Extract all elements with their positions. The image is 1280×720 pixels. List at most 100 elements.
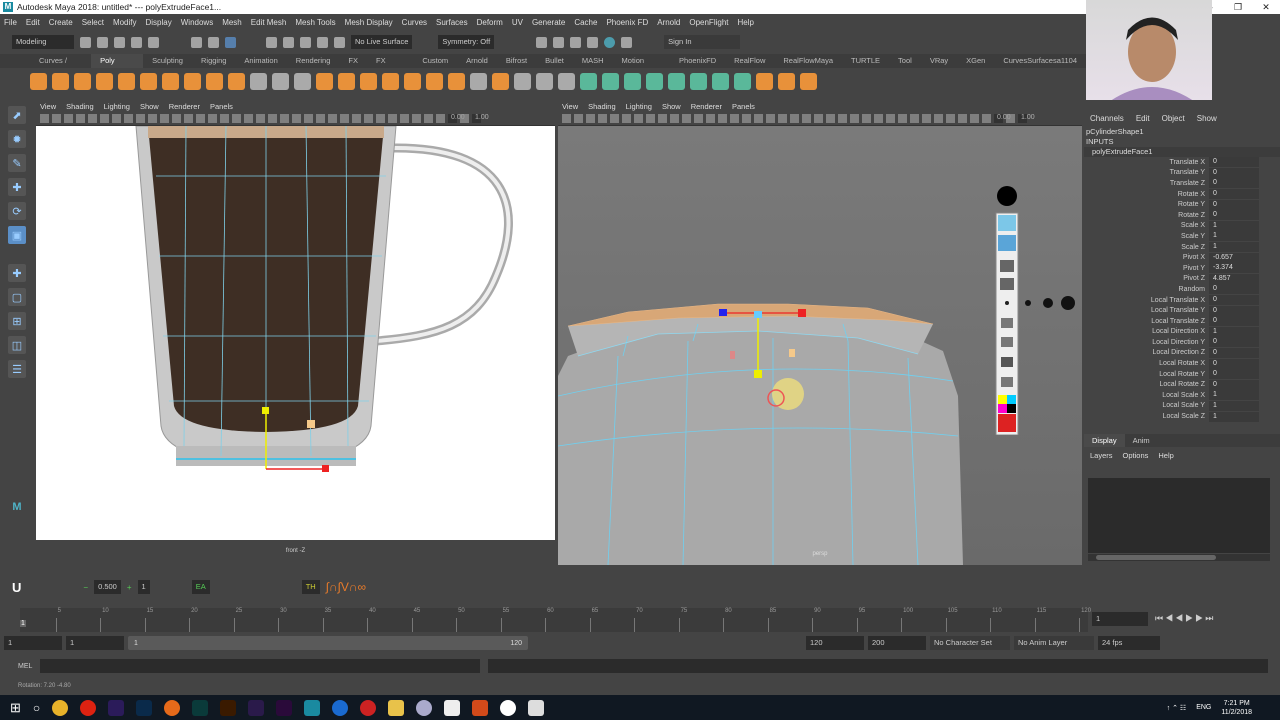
gamma-field[interactable]: 1.00 [472,114,489,123]
channel-row[interactable]: Pivot Z 4.857 [1084,273,1280,285]
menu-mesh-display[interactable]: Mesh Display [345,18,393,27]
shelf-tool-icon[interactable] [646,73,663,90]
menu-modify[interactable]: Modify [113,18,137,27]
edge-icon[interactable] [332,699,349,716]
manipulator-center-handle[interactable] [754,311,762,318]
chrome-icon[interactable] [52,699,69,716]
mel-label[interactable]: MEL [18,663,32,670]
channel-value[interactable]: 1 [1209,220,1259,231]
manipulator-scale-x-handle[interactable] [730,351,735,359]
open-scene-icon[interactable] [97,36,108,48]
channel-value[interactable]: -3.374 [1209,263,1259,274]
shelf-tab[interactable]: RealFlowMaya [774,54,842,68]
channel-label[interactable]: Local Rotate Y [1084,371,1209,378]
anim-end-field[interactable]: 200 [868,636,926,650]
panel-menu-show[interactable]: Show [662,102,681,111]
snap-point-icon[interactable] [300,36,311,48]
shelf-tool-icon[interactable] [712,73,729,90]
panel-menu-panels[interactable]: Panels [210,102,233,111]
shelf-tab[interactable]: Rigging [192,54,235,68]
ipr-render-icon[interactable] [553,36,565,48]
layer-list[interactable] [1088,478,1270,553]
plus-icon[interactable]: + [127,583,132,592]
shelf-tool-icon[interactable] [52,73,69,90]
photos-icon[interactable] [528,699,545,716]
panel-menu-shading[interactable]: Shading [588,102,616,111]
channel-value[interactable]: 0 [1209,157,1259,168]
render-icon[interactable] [536,36,548,48]
panel-menu-panels[interactable]: Panels [732,102,755,111]
channel-row[interactable]: Translate X0 [1084,157,1280,168]
shelf-tool-icon[interactable] [624,73,641,90]
media-encoder-icon[interactable] [248,699,265,716]
language-indicator[interactable]: ENG [1196,704,1211,711]
new-scene-icon[interactable] [80,36,91,48]
eye-visibility-icon[interactable] [998,215,1016,231]
channel-menu-show[interactable]: Show [1197,114,1217,123]
live-surface-field[interactable]: No Live Surface [351,35,413,49]
manipulator-scale-handle[interactable] [789,349,795,357]
camera-icon[interactable] [1001,357,1013,367]
shelf-tab[interactable]: Rendering [287,54,340,68]
shelf-tool-icon[interactable] [734,73,751,90]
channel-row[interactable]: Local Translate X0 [1084,295,1280,306]
layer-menu-options[interactable]: Options [1123,451,1149,460]
shelf-tool-icon[interactable] [756,73,773,90]
channel-row[interactable]: Local Rotate Z0 [1084,379,1280,390]
menu-set-dropdown[interactable]: Modeling [12,35,74,49]
shelf-tool-icon[interactable] [778,73,795,90]
channel-row[interactable]: Scale Z1 [1084,242,1280,253]
shelf-tool-icon[interactable] [316,73,333,90]
playback-controls[interactable]: ⏮◀◀▶▶⏭ [1155,613,1215,624]
eraser-alt-icon[interactable] [1000,278,1014,290]
ea-slider[interactable]: EA [191,580,210,594]
shelf-tab[interactable]: Tool [889,54,921,68]
channel-row[interactable]: Local Scale Y1 [1084,400,1280,412]
channel-row[interactable]: Random 0 [1084,284,1280,295]
channel-value[interactable]: 0 [1209,167,1259,178]
layer-menu-help[interactable]: Help [1158,451,1173,460]
range-start-field[interactable]: 1 [66,636,124,650]
file-explorer-icon[interactable] [388,699,405,716]
character-set-dropdown[interactable]: No Character Set [930,636,1010,650]
shelf-tab[interactable]: Arnold [457,54,497,68]
channel-value[interactable]: 0 [1209,210,1259,221]
menu-cache[interactable]: Cache [574,18,597,27]
channel-row[interactable]: Local Scale Z1 [1084,411,1280,422]
save-scene-icon[interactable] [114,36,125,48]
scale-tool-icon[interactable]: ▣ [8,226,26,244]
channel-value[interactable]: -0.657 [1209,252,1259,263]
outliner-layout-icon[interactable]: ☰ [8,360,26,378]
undo-icon[interactable] [1001,318,1013,328]
shelf-tool-icon[interactable] [140,73,157,90]
channel-value[interactable]: 1 [1209,231,1259,242]
channel-label[interactable]: Scale Y [1084,233,1209,240]
channel-value[interactable]: 0 [1209,347,1259,358]
channel-row[interactable]: Translate Y0 [1084,167,1280,179]
single-view-layout-icon[interactable]: ▢ [8,288,26,306]
channel-menu-channels[interactable]: Channels [1090,114,1124,123]
screen-recorder-icon[interactable] [360,699,377,716]
menu-mesh[interactable]: Mesh [222,18,242,27]
current-frame-marker[interactable]: 1 [20,620,26,627]
exposure-field[interactable]: 0.00 [994,114,1011,123]
select-hierarchy-icon[interactable] [191,36,202,48]
channel-row[interactable]: Local Direction Z0 [1084,347,1280,359]
paint-select-icon[interactable]: ✎ [8,154,26,172]
menu-openflight[interactable]: OpenFlight [689,18,728,27]
channel-row[interactable]: Local Direction X1 [1084,326,1280,338]
symmetry-dropdown[interactable]: Symmetry: Off [438,35,495,49]
shelf-tool-icon[interactable] [426,73,443,90]
channel-value[interactable]: 0 [1209,369,1259,380]
shelf-tab[interactable]: Custom [413,54,457,68]
move-tool-icon[interactable]: ✚ [8,178,26,196]
four-view-layout-icon[interactable]: ⊞ [8,312,26,330]
menu-create[interactable]: Create [49,18,73,27]
snap-view-icon[interactable] [317,36,328,48]
channel-row[interactable]: Pivot Y -3.374 [1084,263,1280,274]
shelf-tool-icon[interactable] [74,73,91,90]
pause-icon[interactable] [621,36,633,48]
shelf-tab[interactable]: FX [339,54,367,68]
channel-value[interactable]: 1 [1209,390,1259,401]
channel-label[interactable]: Rotate X [1084,191,1209,198]
